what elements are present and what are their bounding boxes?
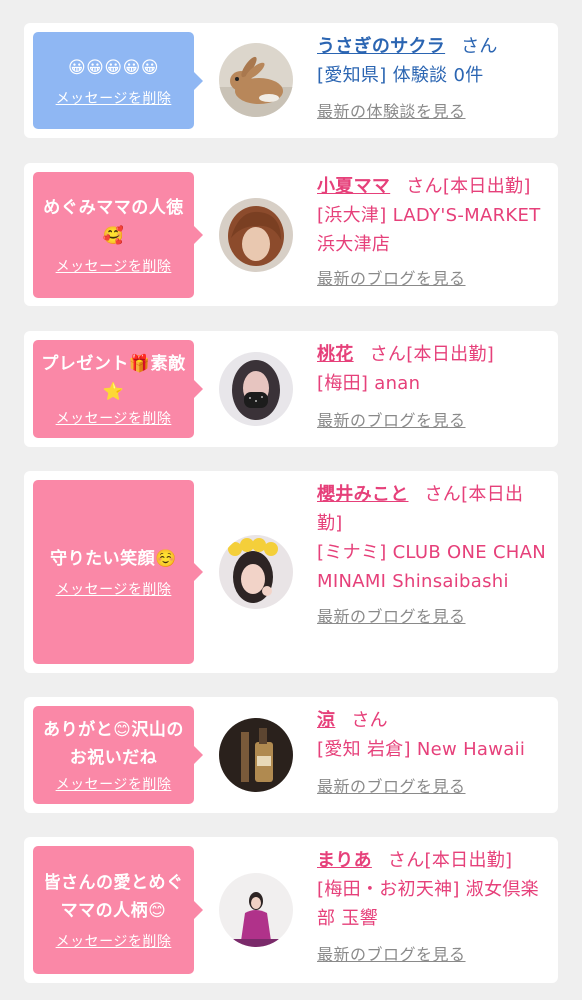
delete-message-button[interactable]: メッセージを削除 [56, 256, 172, 276]
delete-message-button[interactable]: メッセージを削除 [56, 931, 172, 951]
user-name-link[interactable]: 桃花 [317, 344, 354, 365]
honorific: さん [406, 176, 443, 197]
honorific: さん [351, 710, 388, 731]
message-bubble: めぐみママの人徳🥰 メッセージを削除 [33, 172, 203, 298]
message-text: 皆さんの愛とめぐママの人柄😊 [43, 873, 184, 921]
woman-avatar[interactable] [219, 535, 293, 609]
latest-reviews-link[interactable]: 最新の体験談を見る [317, 97, 466, 126]
message-bubble: 😀😀😀😀😀 メッセージを削除 [33, 32, 203, 129]
list-item: 守りたい笑顔☺️ メッセージを削除 櫻井みこと さん[本日出勤] [ミナミ] CL… [24, 471, 558, 673]
message-text: 😀😀😀😀😀 [67, 57, 160, 78]
message-text: めぐみママの人徳🥰 [43, 198, 184, 246]
delete-message-button[interactable]: メッセージを削除 [56, 88, 172, 108]
woman-avatar[interactable] [219, 198, 293, 272]
woman-avatar[interactable] [219, 873, 293, 947]
shop-name: [梅田] anan [317, 373, 421, 394]
user-info: 桃花 さん[本日出勤] [梅田] anan 最新のブログを見る [317, 340, 547, 435]
status-badge: [本日出勤] [406, 344, 495, 365]
user-name-link[interactable]: 小夏ママ [317, 176, 390, 197]
latest-blog-link[interactable]: 最新のブログを見る [317, 772, 466, 801]
message-bubble: ありがと😊沢山のお祝いだね メッセージを削除 [33, 706, 203, 804]
user-info: うさぎのサクラ さん [愛知県] 体験談 0件 最新の体験談を見る [317, 32, 547, 126]
list-item: めぐみママの人徳🥰 メッセージを削除 小夏ママ さん[本日出勤] [浜大津] LA… [24, 163, 558, 306]
honorific: さん [369, 344, 407, 365]
list-item: プレゼント🎁素敵⭐ メッセージを削除 桃花 さん[本日出勤] [梅田] anan … [24, 331, 558, 447]
user-info: 涼さん [愛知 岩倉] New Hawaii 最新のブログを見る [317, 706, 547, 801]
shop-name: [ミナミ] CLUB ONE CHAN MINAMI Shinsaibashi [317, 542, 547, 592]
latest-blog-link[interactable]: 最新のブログを見る [317, 406, 466, 435]
message-text: ありがと😊沢山のお祝いだね [43, 720, 184, 768]
shop-name: [浜大津] LADY'S-MARKET 浜大津店 [317, 205, 541, 255]
message-bubble: 守りたい笑顔☺️ メッセージを削除 [33, 480, 203, 664]
latest-blog-link[interactable]: 最新のブログを見る [317, 602, 466, 631]
user-info: まりあ さん[本日出勤] [梅田・お初天神] 淑女倶楽部 玉響 最新のブログを見る [317, 846, 547, 969]
bottle-avatar[interactable] [219, 718, 293, 792]
woman-avatar[interactable] [219, 352, 293, 426]
latest-blog-link[interactable]: 最新のブログを見る [317, 264, 466, 293]
user-name-link[interactable]: 櫻井みこと [317, 484, 409, 505]
delete-message-button[interactable]: メッセージを削除 [56, 408, 172, 428]
list-item: ありがと😊沢山のお祝いだね メッセージを削除 涼さん [愛知 岩倉] New H… [24, 697, 558, 813]
user-name-link[interactable]: うさぎのサクラ [317, 36, 445, 57]
delete-message-button[interactable]: メッセージを削除 [56, 774, 172, 794]
status-badge: [本日出勤] [442, 176, 531, 197]
shop-name: [梅田・お初天神] 淑女倶楽部 玉響 [317, 879, 539, 929]
rabbit-avatar[interactable] [219, 43, 293, 117]
list-item: 😀😀😀😀😀 メッセージを削除 うさぎのサクラ さん [愛知県] 体験談 0件 最新… [24, 23, 558, 138]
shop-name: [愛知県] 体験談 0件 [317, 65, 484, 86]
message-text: プレゼント🎁素敵⭐ [41, 354, 186, 402]
user-info: 櫻井みこと さん[本日出勤] [ミナミ] CLUB ONE CHAN MINAMI… [317, 480, 547, 631]
list-item: 皆さんの愛とめぐママの人柄😊 メッセージを削除 まりあ さん[本日出勤] [梅田・… [24, 837, 558, 983]
user-name-link[interactable]: 涼 [317, 710, 335, 731]
user-name-link[interactable]: まりあ [317, 850, 372, 871]
message-list: 😀😀😀😀😀 メッセージを削除 うさぎのサクラ さん [愛知県] 体験談 0件 最新… [0, 0, 582, 1000]
honorific: さん [424, 484, 462, 505]
honorific: さん [461, 36, 498, 57]
message-text: 守りたい笑顔☺️ [50, 549, 177, 569]
status-badge: [本日出勤] [424, 850, 513, 871]
latest-blog-link[interactable]: 最新のブログを見る [317, 940, 466, 969]
message-bubble: 皆さんの愛とめぐママの人柄😊 メッセージを削除 [33, 846, 203, 974]
message-bubble: プレゼント🎁素敵⭐ メッセージを削除 [33, 340, 203, 438]
shop-name: [愛知 岩倉] New Hawaii [317, 739, 526, 760]
honorific: さん [387, 850, 425, 871]
user-info: 小夏ママ さん[本日出勤] [浜大津] LADY'S-MARKET 浜大津店 最新… [317, 172, 547, 293]
delete-message-button[interactable]: メッセージを削除 [56, 579, 172, 599]
